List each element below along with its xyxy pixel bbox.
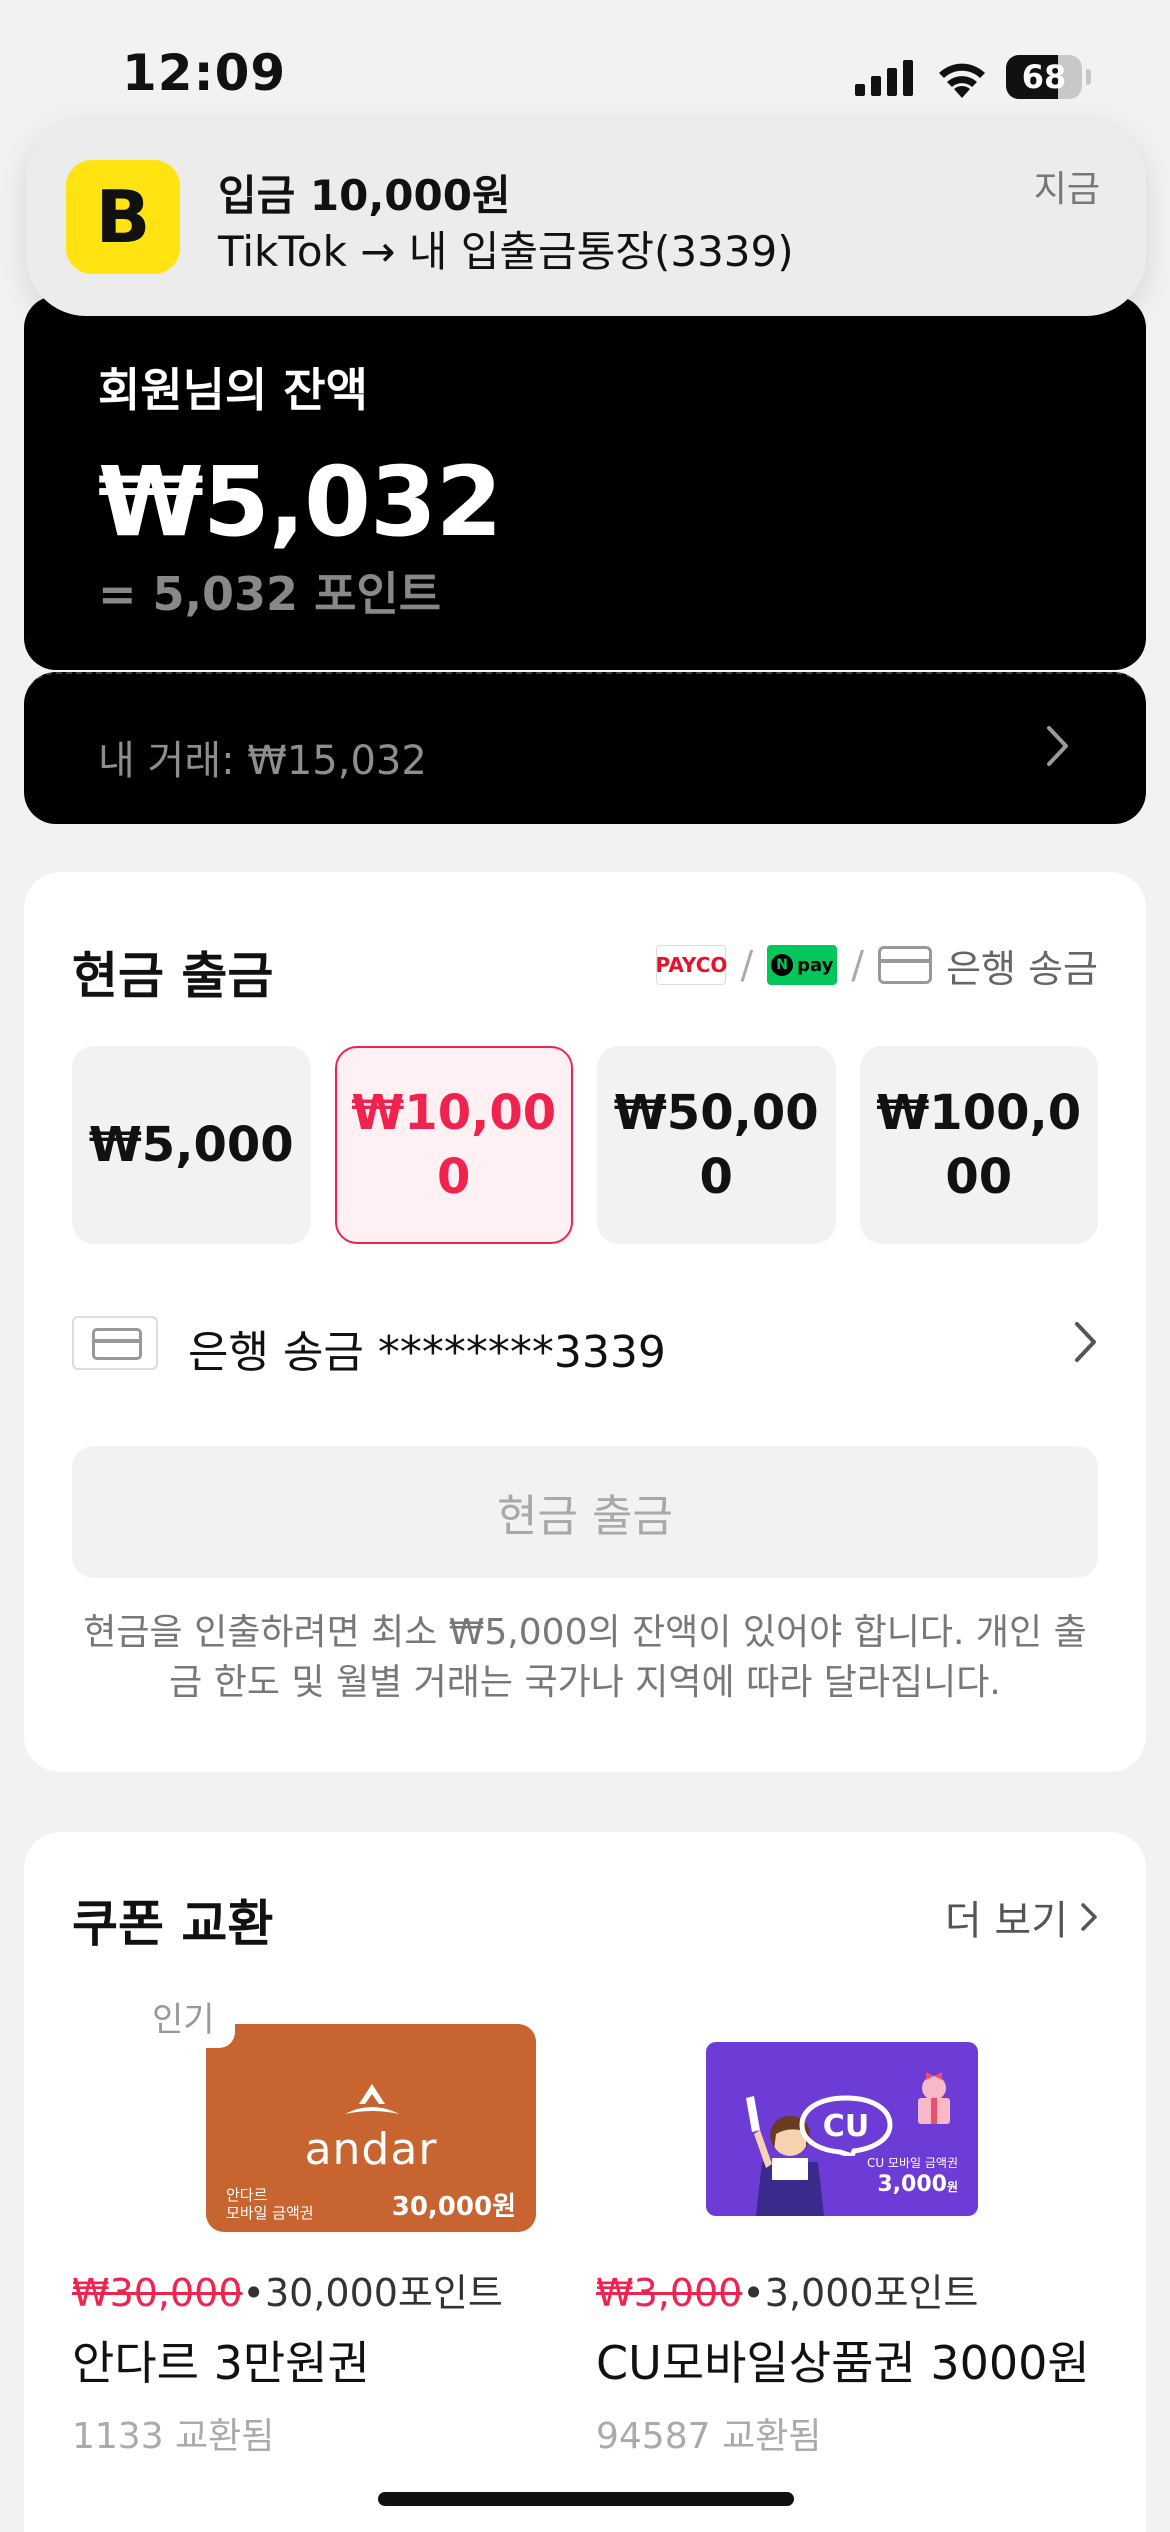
amount-option-5000[interactable]: ₩5,000 (72, 1046, 311, 1244)
payco-logo: PAYCO (656, 945, 727, 985)
cu-card-price: 3,000원 (877, 2172, 958, 2197)
original-price: ₩3,000 (596, 2271, 743, 2315)
bank-account-row[interactable]: 은행 송금 ********3339 (72, 1312, 1098, 1378)
point-price: •3,000포인트 (742, 2271, 979, 2315)
cash-withdraw-card: 현금 출금 PAYCO / N pay / 은행 송금 ₩5,000 ₩10,0… (24, 872, 1146, 1772)
exchange-count: 94587 교환됨 (596, 2416, 822, 2457)
coupon-price: ₩30,000•30,000포인트 (72, 2262, 572, 2317)
bank-card-icon (878, 946, 933, 984)
coupon-name: 안다르 3만원권 (72, 2336, 370, 2390)
amount-option-50000[interactable]: ₩50,000 (597, 1046, 836, 1244)
cash-withdraw-button[interactable]: 현금 출금 (72, 1446, 1098, 1578)
battery-icon: 68 (1006, 55, 1091, 99)
payment-methods: PAYCO / N pay / 은행 송금 (656, 940, 1098, 991)
separator: / (851, 943, 865, 987)
battery-level: 68 (1021, 58, 1067, 96)
cellular-signal-icon (855, 60, 913, 96)
bank-card-icon (72, 1316, 158, 1370)
andar-brand-text: andar (304, 2124, 438, 2175)
balance-card: 회원님의 잔액 ₩5,032 = 5,032 포인트 (24, 296, 1146, 670)
coupon-price: ₩3,000•3,000포인트 (596, 2262, 1096, 2317)
coupon-name: CU모바일상품권 3000원 (596, 2336, 1090, 2390)
andar-card-price: 30,000원 (391, 2192, 516, 2222)
exchange-count: 1133 교환됨 (72, 2416, 275, 2457)
see-more-label: 더 보기 (944, 1898, 1068, 1944)
my-transactions-row[interactable]: 내 거래: ₩15,032 (24, 672, 1146, 824)
andar-card-caption: 안다르 모바일 금액권 (226, 2186, 314, 2222)
notification-time: 지금 (1033, 169, 1100, 210)
separator: / (740, 943, 754, 987)
cu-logo-icon: CU (799, 2095, 893, 2156)
amount-option-10000[interactable]: ₩10,000 (334, 1046, 573, 1244)
chevron-right-icon (1075, 1322, 1096, 1362)
coupon-item-andar[interactable]: 인기 andar 안다르 모바일 금액권 30,000원 ₩30,000•30,… (72, 1992, 572, 2459)
deposit-notification[interactable]: B 입금 10,000원 TikTok → 내 입출금통장(3339) 지금 (26, 120, 1146, 316)
cash-withdraw-title: 현금 출금 (72, 947, 274, 1005)
balance-label: 회원님의 잔액 (98, 363, 368, 417)
bank-account-text: 은행 송금 ********3339 (188, 1327, 666, 1378)
wifi-icon (939, 63, 985, 98)
svg-text:CU: CU (823, 2109, 869, 2144)
point-price: •30,000포인트 (242, 2271, 503, 2315)
bank-app-icon: B (66, 160, 180, 274)
balance-points: = 5,032 포인트 (98, 567, 442, 621)
status-time: 12:09 (122, 44, 287, 102)
amount-option-100000[interactable]: ₩100,000 (859, 1046, 1098, 1244)
coupon-exchange-card: 쿠폰 교환 더 보기 인기 andar 안다르 모바일 금액권 30,000원 (24, 1832, 1146, 2532)
cu-gift-card: CU CU 모바일 금액권 3,000원 (706, 2042, 978, 2216)
coupon-item-cu[interactable]: CU CU 모바일 금액권 3,000원 ₩3,000•3,000포인트 CU모… (596, 1992, 1096, 2459)
notification-title: 입금 10,000원 (218, 171, 511, 220)
coupon-exchange-title: 쿠폰 교환 (72, 1895, 274, 1953)
chevron-right-icon (1047, 726, 1068, 766)
amount-options: ₩5,000 ₩10,000 ₩50,000 ₩100,000 (72, 1046, 1098, 1246)
original-price: ₩30,000 (72, 2271, 243, 2315)
gift-box-icon (918, 2072, 950, 2124)
cu-card-caption: CU 모바일 금액권 (866, 2156, 958, 2170)
home-indicator[interactable] (378, 2492, 794, 2506)
withdraw-notice: 현금을 인출하려면 최소 ₩5,000의 잔액이 있어야 합니다. 개인 출금 … (83, 1612, 1087, 1703)
see-more-link[interactable]: 더 보기 (945, 1888, 1098, 1946)
coupon-image: 인기 andar 안다르 모바일 금액권 30,000원 (72, 1992, 572, 2232)
coupon-image: CU CU 모바일 금액권 3,000원 (596, 1992, 1096, 2222)
balance-amount: ₩5,032 (98, 446, 503, 558)
npay-badge: N (771, 954, 794, 976)
popular-badge: 인기 (132, 1992, 235, 2048)
bank-transfer-label: 은행 송금 (946, 946, 1098, 991)
npay-logo: N pay (767, 945, 838, 985)
npay-label: pay (797, 954, 834, 976)
andar-gift-card: andar 안다르 모바일 금액권 30,000원 (206, 2024, 536, 2232)
chevron-right-icon (1081, 1903, 1097, 1931)
notification-body: TikTok → 내 입출금통장(3339) (218, 227, 794, 276)
my-transactions-text: 내 거래: ₩15,032 (98, 738, 427, 784)
